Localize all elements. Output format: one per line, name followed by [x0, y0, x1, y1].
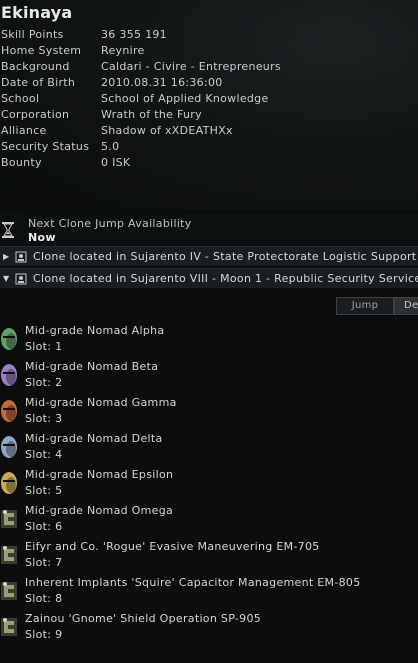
implant-name: Inherent Implants 'Squire' Capacitor Man… — [25, 576, 361, 589]
jump-button[interactable]: Jump — [336, 297, 394, 315]
implant-head-icon — [1, 364, 17, 386]
info-value: Caldari - Civire - Entrepreneurs — [101, 60, 281, 73]
clone-location-row[interactable]: ▶ Clone located in Sujarento IV - State … — [0, 246, 418, 267]
implant-chip-icon — [1, 618, 17, 636]
info-label: Date of Birth — [1, 76, 76, 89]
clone-location-label: Clone located in Sujarento VIII - Moon 1… — [33, 272, 418, 285]
clone-jump-availability: Next Clone Jump Availability Now — [0, 214, 418, 246]
info-label: School — [1, 92, 40, 105]
info-label: Home System — [1, 44, 82, 57]
destroy-button[interactable]: Destroy — [394, 297, 418, 315]
implant-row[interactable]: Mid-grade Nomad Alpha Slot: 1 — [0, 322, 418, 356]
implant-row[interactable]: Mid-grade Nomad Gamma Slot: 3 — [0, 394, 418, 428]
implant-row[interactable]: Mid-grade Nomad Delta Slot: 4 — [0, 430, 418, 464]
info-row-bounty: Bounty 0 ISK — [1, 155, 411, 171]
implant-name: Zainou 'Gnome' Shield Operation SP-905 — [25, 612, 262, 625]
clone-jump-value: Now — [28, 231, 56, 244]
implant-chip-icon — [1, 510, 17, 528]
implant-name: Mid-grade Nomad Alpha — [25, 324, 165, 337]
info-label: Corporation — [1, 108, 70, 121]
implant-slot: Slot: 5 — [25, 484, 63, 497]
implant-slot: Slot: 7 — [25, 556, 63, 569]
implant-head-icon — [1, 436, 17, 458]
implant-name: Mid-grade Nomad Beta — [25, 360, 159, 373]
implant-head-icon — [1, 400, 17, 422]
clone-icon — [15, 251, 27, 263]
collapse-arrow-icon[interactable]: ▼ — [3, 274, 11, 284]
character-name: Ekinaya — [1, 3, 73, 22]
expand-arrow-icon[interactable]: ▶ — [3, 252, 11, 262]
implant-name: Mid-grade Nomad Omega — [25, 504, 174, 517]
clone-icon — [15, 273, 27, 285]
info-row-skill-points: Skill Points 36 355 191 — [1, 27, 411, 43]
implant-slot: Slot: 8 — [25, 592, 63, 605]
info-value[interactable]: School of Applied Knowledge — [101, 91, 269, 107]
info-row-security-status: Security Status 5.0 — [1, 139, 411, 155]
info-value[interactable]: Reynire — [101, 43, 145, 59]
info-label: Bounty — [1, 156, 42, 169]
implant-slot: Slot: 1 — [25, 340, 63, 353]
info-row-home-system: Home System Reynire — [1, 43, 411, 59]
implant-slot: Slot: 2 — [25, 376, 63, 389]
info-value: 2010.08.31 16:36:00 — [101, 76, 223, 89]
implant-slot: Slot: 6 — [25, 520, 63, 533]
implant-head-icon — [1, 328, 17, 350]
implant-name: Eifyr and Co. 'Rogue' Evasive Maneuverin… — [25, 540, 320, 553]
character-info-table: Skill Points 36 355 191 Home System Reyn… — [1, 27, 411, 171]
implant-chip-icon — [1, 582, 17, 600]
clone-location-row[interactable]: ▼ Clone located in Sujarento VIII - Moon… — [0, 268, 418, 289]
info-value: 36 355 191 — [101, 28, 167, 41]
implant-chip-icon — [1, 546, 17, 564]
info-row-school: School School of Applied Knowledge — [1, 91, 411, 107]
clone-location-label: Clone located in Sujarento IV - State Pr… — [33, 250, 417, 263]
info-label: Skill Points — [1, 28, 64, 41]
info-row-corporation: Corporation Wrath of the Fury — [1, 107, 411, 123]
info-value[interactable]: Shadow of xXDEATHXx — [101, 123, 233, 139]
implant-name: Mid-grade Nomad Epsilon — [25, 468, 174, 481]
info-value: 5.0 — [101, 140, 120, 153]
hourglass-icon — [2, 222, 14, 238]
info-row-alliance: Alliance Shadow of xXDEATHXx — [1, 123, 411, 139]
implant-head-icon — [1, 472, 17, 494]
implant-slot: Slot: 3 — [25, 412, 63, 425]
clone-action-bar: Jump Destroy — [336, 297, 418, 315]
implant-name: Mid-grade Nomad Gamma — [25, 396, 177, 409]
implant-row[interactable]: Eifyr and Co. 'Rogue' Evasive Maneuverin… — [0, 538, 418, 572]
implant-row[interactable]: Zainou 'Gnome' Shield Operation SP-905 Sl… — [0, 610, 418, 644]
info-value: 0 ISK — [101, 156, 131, 169]
implant-name: Mid-grade Nomad Delta — [25, 432, 163, 445]
clone-jump-title: Next Clone Jump Availability — [28, 217, 192, 230]
implant-row[interactable]: Mid-grade Nomad Epsilon Slot: 5 — [0, 466, 418, 500]
implant-row[interactable]: Mid-grade Nomad Beta Slot: 2 — [0, 358, 418, 392]
info-row-date-of-birth: Date of Birth 2010.08.31 16:36:00 — [1, 75, 411, 91]
info-label: Security Status — [1, 140, 90, 153]
info-label: Alliance — [1, 124, 47, 137]
implant-row[interactable]: Inherent Implants 'Squire' Capacitor Man… — [0, 574, 418, 608]
implant-row[interactable]: Mid-grade Nomad Omega Slot: 6 — [0, 502, 418, 536]
implant-slot: Slot: 4 — [25, 448, 63, 461]
info-label: Background — [1, 60, 70, 73]
info-row-background: Background Caldari - Civire - Entreprene… — [1, 59, 411, 75]
implant-slot: Slot: 9 — [25, 628, 63, 641]
info-value[interactable]: Wrath of the Fury — [101, 107, 202, 123]
